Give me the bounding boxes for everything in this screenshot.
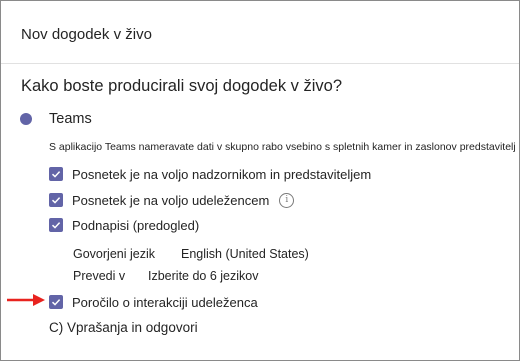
captions-checkbox[interactable] <box>49 218 63 232</box>
translate-languages-dropdown[interactable]: Izberite do 6 jezikov <box>148 269 258 283</box>
attendee-engagement-label: Poročilo o interakciji udeleženca <box>72 294 258 310</box>
red-arrow-icon <box>7 294 45 306</box>
captions-row[interactable]: Podnapisi (predogled) <box>49 216 199 234</box>
checkmark-icon <box>51 171 61 178</box>
attendee-engagement-row[interactable]: Poročilo o interakciji udeleženca <box>49 293 258 311</box>
teams-option-label[interactable]: Teams <box>49 111 92 127</box>
spoken-language-label: Govorjeni jezik <box>73 247 155 261</box>
info-icon[interactable]: i <box>279 192 295 208</box>
translate-label: Prevedi v <box>73 269 126 283</box>
checkmark-icon <box>51 197 61 204</box>
teams-option-description: S aplikacijo Teams nameravate dati v sku… <box>49 141 516 153</box>
dialog-frame: Nov dogodek v živo Kako boste produciral… <box>0 0 520 361</box>
captions-label: Podnapisi (predogled) <box>72 217 200 233</box>
recording-producers-label: Posnetek je na voljo nadzornikom in pred… <box>72 166 372 182</box>
attendee-engagement-checkbox[interactable] <box>49 295 63 309</box>
spoken-language-dropdown[interactable]: English (United States) <box>181 247 309 261</box>
production-question: Kako boste producirali svoj dogodek v ži… <box>21 77 343 95</box>
dialog-header: Nov dogodek v živo <box>1 1 519 64</box>
recording-attendees-label: Posnetek je na voljo udeležencem <box>72 192 270 208</box>
recording-attendees-row[interactable]: Posnetek je na voljo udeležencem i <box>49 191 295 209</box>
recording-attendees-checkbox[interactable] <box>49 193 63 207</box>
teams-radio-button[interactable] <box>20 113 32 125</box>
qa-option-label[interactable]: C) Vprašanja in odgovori <box>49 320 198 335</box>
checkmark-icon <box>51 299 61 306</box>
dialog-title: Nov dogodek v živo <box>21 26 152 43</box>
recording-producers-checkbox[interactable] <box>49 167 63 181</box>
recording-producers-row[interactable]: Posnetek je na voljo nadzornikom in pred… <box>49 165 371 183</box>
checkmark-icon <box>51 222 61 229</box>
